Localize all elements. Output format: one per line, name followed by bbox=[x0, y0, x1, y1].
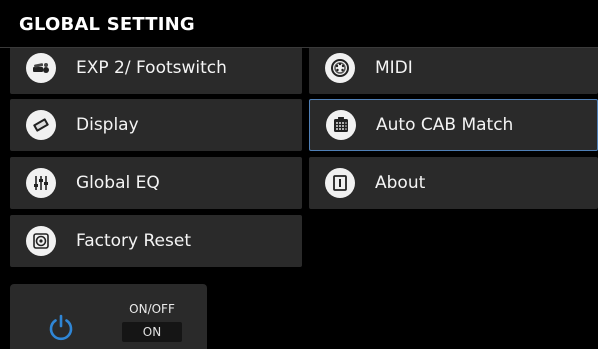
eq-sliders-icon bbox=[26, 168, 56, 198]
display-icon bbox=[26, 110, 56, 140]
power-toggle-panel[interactable]: ON/OFF ON bbox=[10, 284, 207, 349]
power-caption: ON/OFF bbox=[129, 302, 175, 316]
menu-item-label: EXP 2/ Footswitch bbox=[76, 58, 227, 78]
menu-item-label: MIDI bbox=[375, 58, 413, 78]
cab-icon bbox=[326, 110, 356, 140]
settings-content: EXP 2/ Footswitch MIDI Display Auto CAB … bbox=[0, 48, 598, 349]
midi-icon bbox=[325, 53, 355, 83]
menu-item-label: Factory Reset bbox=[76, 231, 191, 251]
menu-item-label: Display bbox=[76, 115, 139, 135]
menu-item-global-eq[interactable]: Global EQ bbox=[10, 157, 302, 209]
page-title: GLOBAL SETTING bbox=[19, 14, 195, 35]
power-icon[interactable] bbox=[46, 312, 76, 342]
power-status[interactable]: ON bbox=[122, 322, 182, 342]
menu-item-display[interactable]: Display bbox=[10, 99, 302, 151]
menu-item-midi[interactable]: MIDI bbox=[309, 48, 598, 94]
menu-item-label: Global EQ bbox=[76, 173, 160, 193]
factory-reset-icon bbox=[26, 226, 56, 256]
menu-item-label: Auto CAB Match bbox=[376, 115, 514, 135]
title-bar: GLOBAL SETTING bbox=[0, 0, 598, 48]
footswitch-icon bbox=[26, 53, 56, 83]
menu-item-about[interactable]: About bbox=[309, 157, 598, 209]
menu-item-label: About bbox=[375, 173, 426, 193]
menu-item-exp-footswitch[interactable]: EXP 2/ Footswitch bbox=[10, 48, 302, 94]
menu-item-auto-cab-match[interactable]: Auto CAB Match bbox=[309, 99, 598, 151]
info-icon bbox=[325, 168, 355, 198]
menu-item-factory-reset[interactable]: Factory Reset bbox=[10, 215, 302, 267]
